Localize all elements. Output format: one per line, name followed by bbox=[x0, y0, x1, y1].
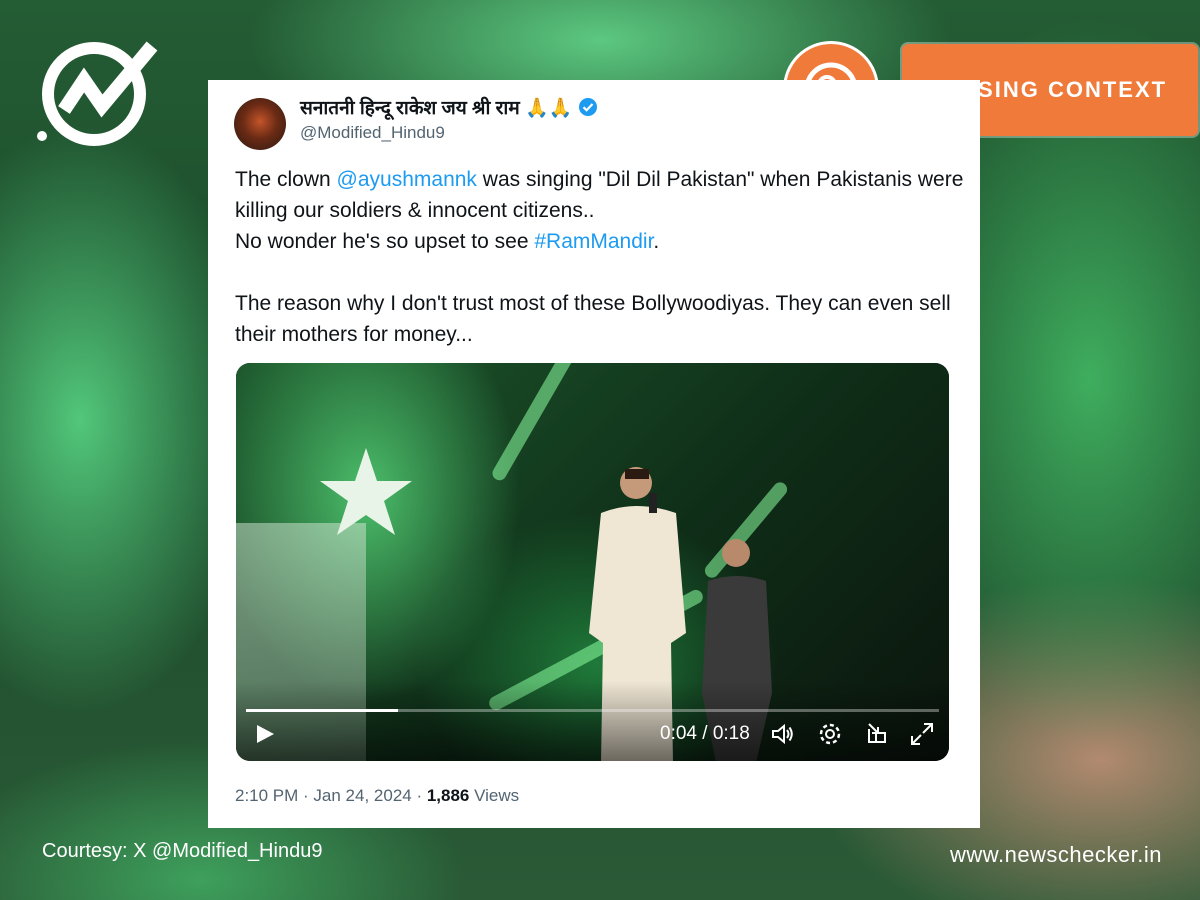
hashtag-link[interactable]: #RamMandir bbox=[534, 230, 653, 253]
newschecker-logo-icon bbox=[37, 41, 158, 146]
views-label: Views bbox=[469, 786, 520, 805]
video-player[interactable]: 0:04 / 0:18 bbox=[236, 363, 949, 761]
mention-link[interactable]: @ayushmannk bbox=[337, 168, 477, 191]
avatar[interactable] bbox=[234, 98, 286, 150]
pip-icon[interactable] bbox=[864, 721, 890, 747]
views-count: 1,886 bbox=[426, 786, 470, 805]
progress-fill bbox=[246, 709, 399, 712]
light-beam bbox=[489, 363, 583, 483]
tweet-card: सनातनी हिन्दू राकेश जय श्री राम 🙏🙏 @Modi… bbox=[208, 80, 980, 828]
text-line1-pre: The clown bbox=[235, 168, 337, 191]
tweet-meta: 2:10 PM · Jan 24, 2024 · 1,886 Views bbox=[235, 786, 519, 806]
display-name-text: सनातनी हिन्दू राकेश जय श्री राम 🙏🙏 bbox=[300, 98, 573, 119]
fullscreen-icon[interactable] bbox=[909, 721, 935, 747]
site-url: www.newschecker.in bbox=[950, 842, 1162, 867]
tweet-text: The clown @ayushmannk was singing "Dil D… bbox=[235, 164, 965, 350]
display-name[interactable]: सनातनी हिन्दू राकेश जय श्री राम 🙏🙏 bbox=[300, 94, 598, 120]
flag-star-icon bbox=[320, 448, 412, 535]
courtesy-credit: Courtesy: X @Modified_Hindu9 bbox=[42, 840, 323, 862]
volume-icon[interactable] bbox=[770, 721, 796, 747]
text-line2-post: . bbox=[653, 230, 660, 253]
progress-bar[interactable] bbox=[246, 709, 939, 712]
timestamp[interactable]: 2:10 PM · Jan 24, 2024 · bbox=[235, 786, 427, 805]
play-icon[interactable] bbox=[254, 723, 276, 745]
text-para2: The reason why I don't trust most of the… bbox=[235, 292, 951, 346]
text-line2-pre: No wonder he's so upset to see bbox=[235, 230, 535, 253]
settings-icon[interactable] bbox=[817, 721, 843, 747]
video-time: 0:04 / 0:18 bbox=[660, 723, 750, 744]
handle[interactable]: @Modified_Hindu9 bbox=[300, 123, 445, 143]
video-controls: 0:04 / 0:18 bbox=[236, 681, 949, 761]
verified-icon bbox=[579, 98, 598, 116]
